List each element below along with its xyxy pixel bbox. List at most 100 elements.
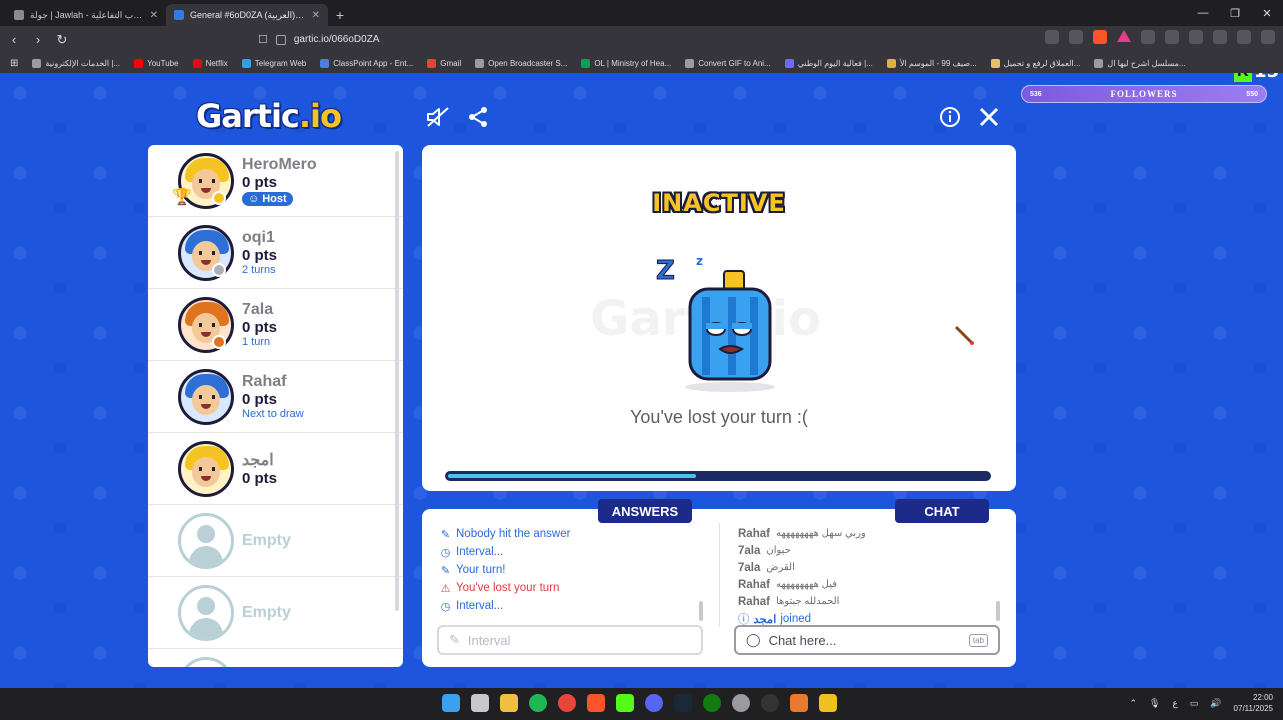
player-name: HeroMero (242, 155, 317, 173)
chat-input[interactable]: ◯ Chat here... tab (734, 625, 1000, 655)
player-row[interactable]: oqi1 0 pts 2 turns (148, 217, 403, 289)
url-field[interactable]: ☐ gartic.io/066oD0ZA (258, 30, 998, 49)
xbox-icon[interactable] (703, 694, 721, 712)
avatar-face (192, 456, 220, 487)
bookmark-item[interactable]: Netflix (192, 58, 228, 68)
reader-icon[interactable] (1141, 30, 1155, 44)
bookmark-item[interactable]: Convert GIF to Ani... (685, 58, 771, 68)
panel-divider (719, 523, 720, 627)
warning-icon: ⚠ (440, 582, 451, 595)
share-icon[interactable] (465, 104, 491, 130)
tab-title: General #6oD0ZA (العربية) - Gartic (190, 9, 306, 20)
pencil-icon: ✎ (449, 632, 460, 647)
bookmark-icon[interactable]: ☐ (258, 33, 268, 46)
browser-tab-jawlah[interactable]: جولة | Jawlah - منصة الألعاب التفاعلية ✕ (6, 4, 166, 26)
close-tab-icon[interactable]: ✕ (312, 10, 320, 21)
player-row[interactable]: 7ala 0 pts 1 turn (148, 289, 403, 361)
inactive-title: INACTIVE (652, 189, 786, 217)
bookmark-item[interactable]: YouTube (134, 58, 179, 68)
player-points: 0 pts (242, 247, 278, 264)
apps-grid-icon[interactable]: ⊞ (10, 58, 18, 69)
vpn-icon[interactable] (1237, 30, 1251, 44)
reload-icon[interactable]: ↻ (52, 30, 72, 50)
brave-shields-icon[interactable] (1093, 30, 1107, 44)
player-list-scrollbar[interactable] (395, 151, 399, 611)
answer-input[interactable]: ✎ Interval (437, 625, 703, 655)
language-indicator[interactable]: ع (1172, 698, 1177, 709)
drawing-canvas[interactable]: INACTIVE Gartic.io Z z You've lost your … (422, 145, 1016, 491)
answer-entry: ✎ Your turn! (440, 564, 506, 577)
task-view-icon[interactable] (471, 694, 489, 712)
info-icon[interactable] (937, 104, 963, 130)
close-icon[interactable] (976, 104, 1002, 130)
minimize-icon[interactable]: — (1187, 0, 1219, 26)
answer-entry: ◷ Interval... (440, 600, 504, 613)
extensions-icon[interactable] (1213, 30, 1227, 44)
sound-off-icon[interactable] (425, 104, 451, 130)
bookmark-item[interactable]: مسلسل اشرح ليها ال... (1094, 58, 1186, 68)
share-icon[interactable] (1069, 30, 1083, 44)
bookmark-item[interactable]: ClassPoint App - Ent... (320, 58, 413, 68)
bookmark-item[interactable]: Telegram Web (241, 58, 306, 68)
steam-icon[interactable] (674, 694, 692, 712)
maximize-icon[interactable]: ❐ (1219, 0, 1251, 26)
back-icon[interactable]: ‹ (4, 30, 24, 50)
empty-slot: Empty (148, 505, 403, 577)
cast-icon[interactable] (1045, 30, 1059, 44)
avatar-face (192, 384, 220, 415)
new-tab-button[interactable]: + (328, 4, 352, 26)
player-name: Rahaf (242, 373, 287, 390)
spotify-icon[interactable] (529, 694, 547, 712)
answers-scrollbar[interactable] (699, 601, 703, 621)
bookmark-item[interactable]: Open Broadcaster S... (475, 58, 567, 68)
empty-slot: Empty (148, 577, 403, 649)
bookmark-item[interactable]: فعالية اليوم الوطني |... (784, 58, 873, 68)
chat-scrollbar[interactable] (996, 601, 1000, 621)
gartic-logo[interactable]: Gartic.io (196, 97, 342, 135)
svg-text:z: z (696, 254, 703, 268)
followers-label: FOLLOWERS (1110, 89, 1178, 99)
bookmark-item[interactable]: Gmail (427, 58, 461, 68)
player-row[interactable]: امجد 0 pts (148, 433, 403, 505)
lost-turn-message: You've lost your turn :( (630, 407, 808, 427)
windows-start-icon[interactable] (442, 694, 460, 712)
chrome-icon[interactable] (558, 694, 576, 712)
player-row[interactable]: 🏆 HeroMero 0 pts ☺ Host (148, 145, 403, 217)
brave-icon[interactable] (587, 694, 605, 712)
bookmark-item[interactable]: صيف 99 - الموسم الأ... (886, 58, 977, 68)
browser-tab-gartic[interactable]: General #6oD0ZA (العربية) - Gartic ✕ (166, 4, 328, 26)
bookmark-item[interactable]: OL | Ministry of Hea... (581, 58, 671, 68)
office-icon[interactable] (790, 694, 808, 712)
turn-progress-bar (445, 471, 991, 481)
tab-title: جولة | Jawlah - منصة الألعاب التفاعلية (30, 9, 144, 20)
chevron-up-icon[interactable]: ⌃ (1129, 698, 1137, 709)
discord-icon[interactable] (645, 694, 663, 712)
host-badge: ☺ Host (242, 191, 293, 206)
close-window-icon[interactable]: ✕ (1251, 0, 1283, 26)
sidebar-icon[interactable] (1165, 30, 1179, 44)
network-icon[interactable]: ▭ (1190, 698, 1199, 709)
kick-icon[interactable] (616, 694, 634, 712)
brave-rewards-icon[interactable] (1117, 30, 1131, 42)
menu-icon[interactable] (1261, 30, 1275, 44)
forward-icon[interactable]: › (28, 30, 48, 50)
mic-icon[interactable]: 🎙 (1149, 698, 1160, 709)
chat-message: Rahaf فيل ههههههههه (738, 578, 838, 591)
settings-gear-icon[interactable] (732, 694, 750, 712)
bookmark-item[interactable]: العملاق لرفع و تحميل... (990, 58, 1080, 68)
clock-icon: ◷ (440, 600, 451, 613)
empty-label: Empty (242, 531, 291, 549)
clock[interactable]: 22:00 07/11/2025 (1234, 692, 1273, 714)
avatar (178, 440, 234, 497)
close-tab-icon[interactable]: ✕ (150, 10, 158, 21)
obs-icon[interactable] (761, 694, 779, 712)
bookmark-item[interactable]: الخدمات الإلكترونية |... (32, 58, 120, 68)
file-explorer-icon[interactable] (500, 694, 518, 712)
chat-message: Rahaf الحمدلله جبتوها (738, 595, 840, 608)
wallet-icon[interactable] (1189, 30, 1203, 44)
player-row[interactable]: Rahaf 0 pts Next to draw (148, 361, 403, 433)
volume-icon[interactable]: 🔊 (1210, 698, 1221, 709)
site-info-icon[interactable] (275, 34, 286, 45)
app-icon[interactable] (819, 694, 837, 712)
player-points: 0 pts (242, 173, 278, 191)
